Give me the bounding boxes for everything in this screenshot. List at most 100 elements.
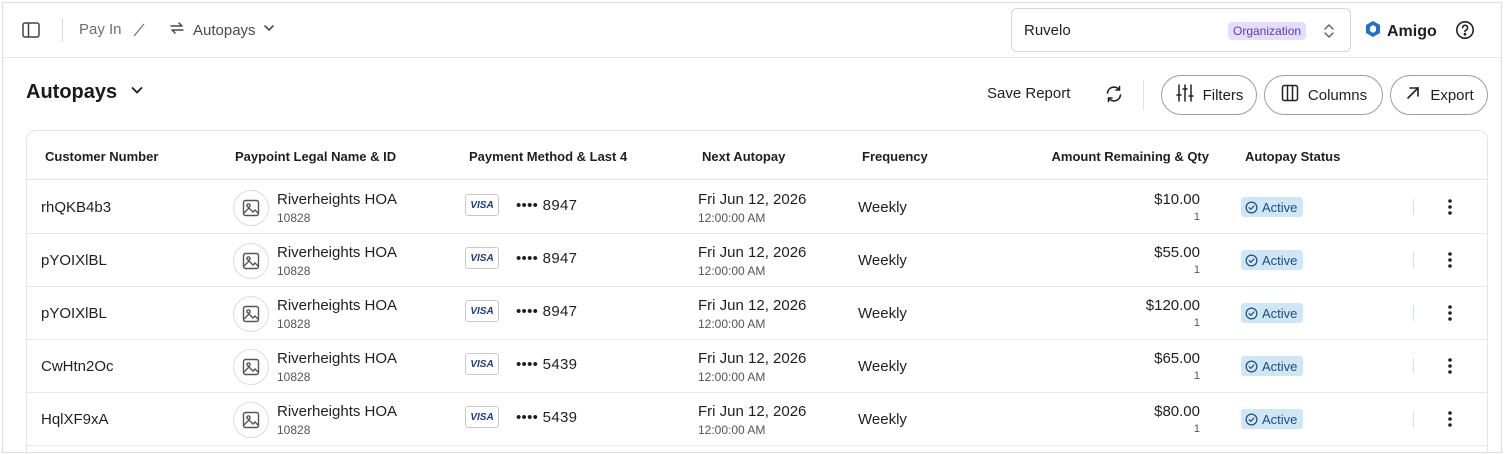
paypoint-name: Riverheights HOA (277, 244, 398, 261)
frequency: Weekly (858, 358, 907, 375)
chevron-down-icon (129, 82, 145, 103)
more-vertical-icon[interactable] (1441, 250, 1459, 270)
check-circle-icon (1245, 413, 1258, 425)
status-label: Active (1262, 199, 1298, 215)
organization-badge: Organization (1228, 22, 1307, 40)
paypoint-name: Riverheights HOA (277, 350, 398, 367)
breadcrumb-autopays-label: Autopays (193, 21, 256, 39)
status-badge: Active (1241, 303, 1304, 323)
status-label: Active (1262, 411, 1298, 427)
table-row[interactable]: rhQKB4b3 Riverheights HOA 10828 VISA •••… (27, 181, 1487, 234)
more-vertical-icon[interactable] (1441, 409, 1459, 429)
organization-name: Ruvelo (1024, 22, 1071, 39)
columns-button[interactable]: Columns (1264, 75, 1383, 115)
image-placeholder-icon (233, 349, 269, 385)
card-last4: •••• 8947 (516, 197, 578, 214)
breadcrumb-separator-icon (130, 21, 148, 39)
filters-button[interactable]: Filters (1161, 75, 1257, 115)
next-autopay-date: Fri Jun 12, 2026 (698, 403, 807, 420)
check-circle-icon (1245, 360, 1258, 372)
table-row[interactable]: pYOIXlBL Riverheights HOA 10828 VISA •••… (27, 287, 1487, 340)
paypoint-id: 10828 (277, 211, 311, 225)
amount-remaining: $55.00 (1154, 244, 1200, 261)
amigo-logo-icon (1365, 20, 1381, 43)
visa-card-icon: VISA (465, 406, 499, 428)
paypoint-id: 10828 (277, 423, 311, 437)
top-bar: Pay In Autopays Ruvelo Organization Amig (3, 3, 1501, 58)
table-row[interactable]: CwHtn2Oc Riverheights HOA 10828 VISA •••… (27, 340, 1487, 393)
filters-button-label: Filters (1202, 86, 1244, 104)
amount-remaining: $65.00 (1154, 350, 1200, 367)
column-header-payment-method[interactable]: Payment Method & Last 4 (469, 149, 627, 164)
image-placeholder-icon (233, 190, 269, 226)
page-title: Autopays (26, 81, 118, 103)
quantity: 1 (1193, 370, 1200, 382)
column-header-frequency[interactable]: Frequency (862, 149, 928, 164)
refresh-icon[interactable] (1104, 84, 1124, 104)
column-header-next-autopay[interactable]: Next Autopay (702, 149, 785, 164)
status-label: Active (1262, 252, 1298, 268)
next-autopay-time: 12:00:00 AM (698, 370, 766, 384)
quantity: 1 (1193, 317, 1200, 329)
paypoint-name: Riverheights HOA (277, 297, 398, 314)
brand-name: Amigo (1387, 22, 1437, 40)
customer-number: CwHtn2Oc (41, 358, 114, 375)
table-row[interactable]: HqlXF9xA Riverheights HOA 10828 VISA •••… (27, 393, 1487, 446)
divider (62, 18, 63, 42)
paypoint-id: 10828 (277, 370, 311, 384)
more-vertical-icon[interactable] (1441, 197, 1459, 217)
columns-icon (1280, 83, 1300, 107)
quantity: 1 (1193, 211, 1200, 223)
repeat-icon (167, 18, 187, 43)
paypoint-name: Riverheights HOA (277, 191, 398, 208)
paypoint-name: Riverheights HOA (277, 403, 398, 420)
status-badge: Active (1241, 250, 1304, 270)
next-autopay-time: 12:00:00 AM (698, 264, 766, 278)
table-row[interactable]: pYOIXlBL Riverheights HOA 10828 VISA •••… (27, 234, 1487, 287)
sidebar-toggle-icon[interactable] (21, 20, 41, 40)
row-divider (1413, 305, 1414, 321)
more-vertical-icon[interactable] (1441, 356, 1459, 376)
amount-remaining: $10.00 (1154, 191, 1200, 208)
paypoint-id: 10828 (277, 317, 311, 331)
arrow-up-right-icon (1404, 84, 1422, 106)
frequency: Weekly (858, 199, 907, 216)
save-report-button[interactable]: Save Report (987, 85, 1070, 102)
next-autopay-time: 12:00:00 AM (698, 317, 766, 331)
breadcrumb-pay-in[interactable]: Pay In (79, 21, 122, 38)
brand-logo: Amigo (1365, 20, 1437, 43)
organization-selector[interactable]: Ruvelo Organization (1011, 8, 1351, 52)
customer-number: rhQKB4b3 (41, 199, 112, 216)
frequency: Weekly (858, 411, 907, 428)
column-header-amount[interactable]: Amount Remaining & Qty (1052, 149, 1209, 164)
export-button-label: Export (1430, 86, 1474, 104)
image-placeholder-icon (233, 402, 269, 438)
columns-button-label: Columns (1307, 86, 1368, 104)
more-vertical-icon[interactable] (1441, 303, 1459, 323)
status-badge: Active (1241, 409, 1304, 429)
column-header-paypoint[interactable]: Paypoint Legal Name & ID (235, 149, 396, 164)
visa-card-icon: VISA (465, 353, 499, 375)
check-circle-icon (1245, 254, 1258, 266)
export-button[interactable]: Export (1390, 75, 1488, 115)
row-divider (1413, 358, 1414, 374)
toolbar-divider (1143, 80, 1144, 110)
page-title-dropdown[interactable]: Autopays (26, 81, 145, 104)
column-header-customer-number[interactable]: Customer Number (45, 149, 158, 164)
card-last4: •••• 5439 (516, 409, 578, 426)
row-divider (1413, 199, 1414, 215)
frequency: Weekly (858, 305, 907, 322)
check-circle-icon (1245, 307, 1258, 319)
frequency: Weekly (858, 252, 907, 269)
column-header-status[interactable]: Autopay Status (1245, 149, 1340, 164)
paypoint-id: 10828 (277, 264, 311, 278)
quantity: 1 (1193, 423, 1200, 435)
help-circle-icon[interactable] (1455, 20, 1475, 40)
autopays-table: Customer Number Paypoint Legal Name & ID… (26, 130, 1488, 452)
next-autopay-time: 12:00:00 AM (698, 423, 766, 437)
status-label: Active (1262, 305, 1298, 321)
sort-arrows-icon (1322, 22, 1336, 40)
breadcrumb-autopays[interactable]: Autopays (167, 19, 276, 41)
customer-number: pYOIXlBL (41, 252, 107, 269)
card-last4: •••• 8947 (516, 250, 578, 267)
